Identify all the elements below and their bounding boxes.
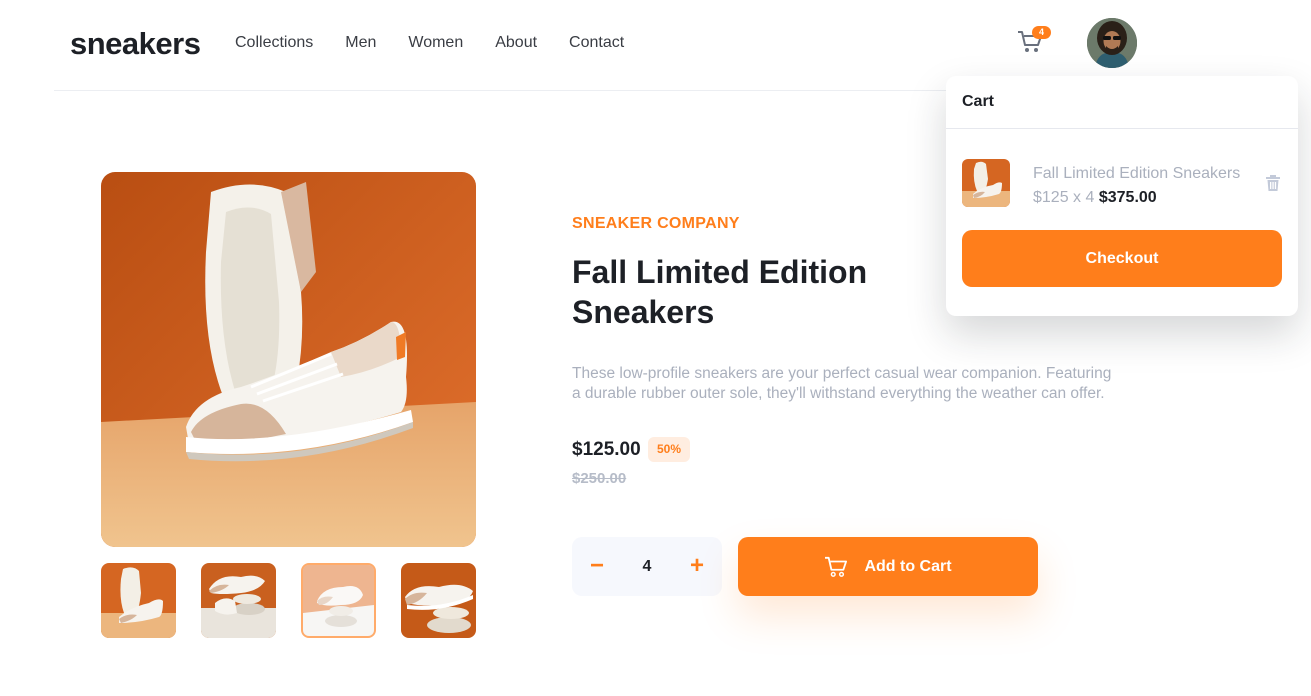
product-description: These low-profile sneakers are your perf… <box>572 365 1112 402</box>
nav-women[interactable]: Women <box>408 34 463 52</box>
thumbnail-4[interactable] <box>401 563 476 638</box>
nav-collections[interactable]: Collections <box>235 34 313 52</box>
cart-item-unit-price: $125 x 4 <box>1033 189 1095 206</box>
add-to-cart-label: Add to Cart <box>864 557 952 575</box>
brand-name: SNEAKER COMPANY <box>572 215 740 232</box>
thumbnail-row <box>101 563 476 638</box>
discount-badge: 50% <box>648 437 690 462</box>
thumbnail-3[interactable] <box>301 563 376 638</box>
cart-item: Fall Limited Edition Sneakers $125 x 4 $… <box>962 159 1282 207</box>
trash-icon[interactable] <box>1266 175 1280 196</box>
original-price: $250.00 <box>572 470 627 487</box>
user-avatar[interactable] <box>1087 18 1137 68</box>
product-main-image[interactable] <box>101 172 476 547</box>
cart-title: Cart <box>946 76 1298 129</box>
logo[interactable]: sneakers <box>70 26 201 62</box>
cart-count-badge: 4 <box>1032 26 1051 39</box>
cart-item-name: Fall Limited Edition Sneakers <box>1033 165 1241 182</box>
nav-about[interactable]: About <box>495 34 537 52</box>
current-price: $125.00 <box>572 439 641 460</box>
quantity-value: 4 <box>642 558 652 575</box>
decrease-quantity-button[interactable]: − <box>572 537 622 596</box>
checkout-button[interactable]: Checkout <box>962 230 1282 287</box>
quantity-stepper: − 4 + <box>572 537 722 596</box>
nav-men[interactable]: Men <box>345 34 376 52</box>
add-to-cart-button[interactable]: Add to Cart <box>738 537 1038 596</box>
cart-item-thumbnail <box>962 159 1010 207</box>
cart-icon <box>825 556 848 577</box>
increase-quantity-button[interactable]: + <box>672 537 722 596</box>
thumbnail-2[interactable] <box>201 563 276 638</box>
cart-dropdown: Cart Fall Limited Edition Sneakers $125 … <box>946 76 1298 316</box>
cart-item-price: $125 x 4 $375.00 <box>1033 189 1157 207</box>
cart-item-total: $375.00 <box>1098 189 1157 206</box>
nav-contact[interactable]: Contact <box>569 34 624 52</box>
thumbnail-1[interactable] <box>101 563 176 638</box>
product-title: Fall Limited Edition Sneakers <box>572 254 868 330</box>
main-nav: Collections Men Women About Contact <box>235 34 656 52</box>
